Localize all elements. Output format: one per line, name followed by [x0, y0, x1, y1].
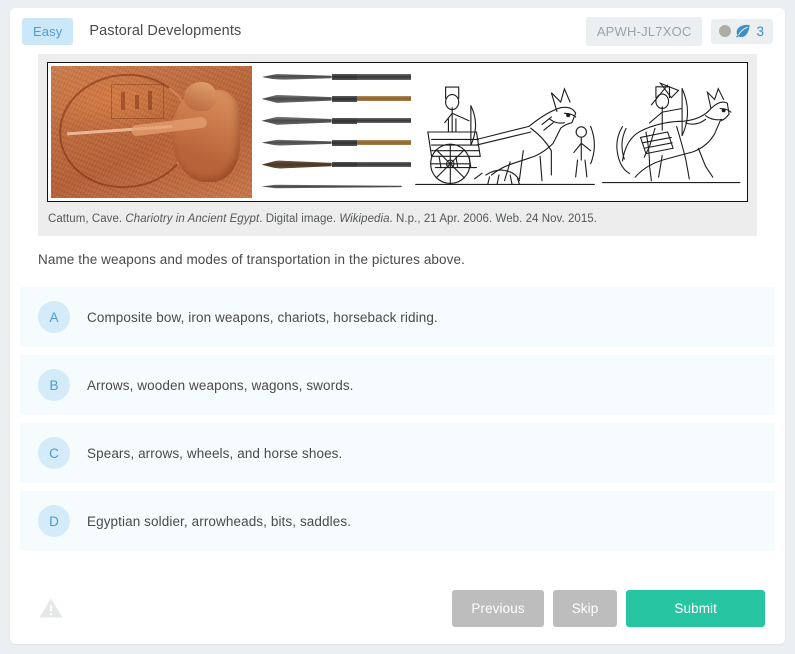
- points-count: 3: [756, 23, 764, 39]
- card-header: Easy Pastoral Developments APWH-JL7XOC 3: [10, 8, 785, 54]
- page-title: Pastoral Developments: [89, 23, 242, 39]
- gray-circle-icon: [719, 25, 732, 37]
- leaf-icon: [736, 24, 751, 38]
- option-letter-a: A: [38, 301, 70, 333]
- caption-author: Cattum, Cave.: [48, 213, 123, 225]
- caption-middle: . Digital image.: [259, 213, 340, 225]
- card-body: Cattum, Cave. Chariotry in Ancient Egypt…: [10, 54, 785, 287]
- footer-actions: Previous Skip Submit: [452, 589, 765, 627]
- chariot-drawing-image: [411, 66, 599, 198]
- figure-frame: [47, 62, 748, 202]
- answer-option-b[interactable]: B Arrows, wooden weapons, wagons, swords…: [20, 355, 775, 415]
- question-prompt: Name the weapons and modes of transporta…: [38, 252, 465, 267]
- quiz-page: Easy Pastoral Developments APWH-JL7XOC 3: [0, 0, 795, 654]
- iron-weapons-image: [251, 66, 412, 198]
- warning-triangle-icon: [39, 598, 63, 618]
- caption-source: Wikipedia: [339, 213, 390, 225]
- answer-option-a[interactable]: A Composite bow, iron weapons, chariots,…: [20, 287, 775, 347]
- header-right-group: APWH-JL7XOC 3: [585, 16, 773, 46]
- horseback-rider-drawing-image: [598, 66, 744, 198]
- answer-option-c[interactable]: C Spears, arrows, wheels, and horse shoe…: [20, 423, 775, 483]
- figure-caption: Cattum, Cave. Chariotry in Ancient Egypt…: [38, 206, 757, 236]
- previous-button[interactable]: Previous: [452, 589, 544, 627]
- quiz-code-badge: APWH-JL7XOC: [585, 16, 703, 46]
- submit-button[interactable]: Submit: [626, 589, 765, 627]
- option-text-d: Egyptian soldier, arrowheads, bits, sadd…: [87, 513, 352, 529]
- option-text-c: Spears, arrows, wheels, and horse shoes.: [87, 445, 343, 461]
- answer-option-d[interactable]: D Egyptian soldier, arrowheads, bits, sa…: [20, 491, 775, 551]
- option-text-b: Arrows, wooden weapons, wagons, swords.: [87, 377, 354, 393]
- egyptian-relief-image: [51, 66, 252, 198]
- skip-button[interactable]: Skip: [552, 589, 618, 627]
- option-text-a: Composite bow, iron weapons, chariots, h…: [87, 309, 438, 325]
- question-card: Easy Pastoral Developments APWH-JL7XOC 3: [10, 8, 785, 644]
- points-badge: 3: [711, 18, 773, 44]
- option-letter-d: D: [38, 505, 70, 537]
- card-footer: Previous Skip Submit: [10, 572, 785, 644]
- option-letter-b: B: [38, 369, 70, 401]
- caption-work-title: Chariotry in Ancient Egypt: [125, 213, 260, 225]
- composite-image: [51, 66, 744, 198]
- caption-tail: . N.p., 21 Apr. 2006. Web. 24 Nov. 2015.: [389, 213, 597, 225]
- answer-options-list: A Composite bow, iron weapons, chariots,…: [10, 287, 785, 551]
- difficulty-badge: Easy: [22, 17, 74, 45]
- figure-container: [38, 54, 757, 206]
- option-letter-c: C: [38, 437, 70, 469]
